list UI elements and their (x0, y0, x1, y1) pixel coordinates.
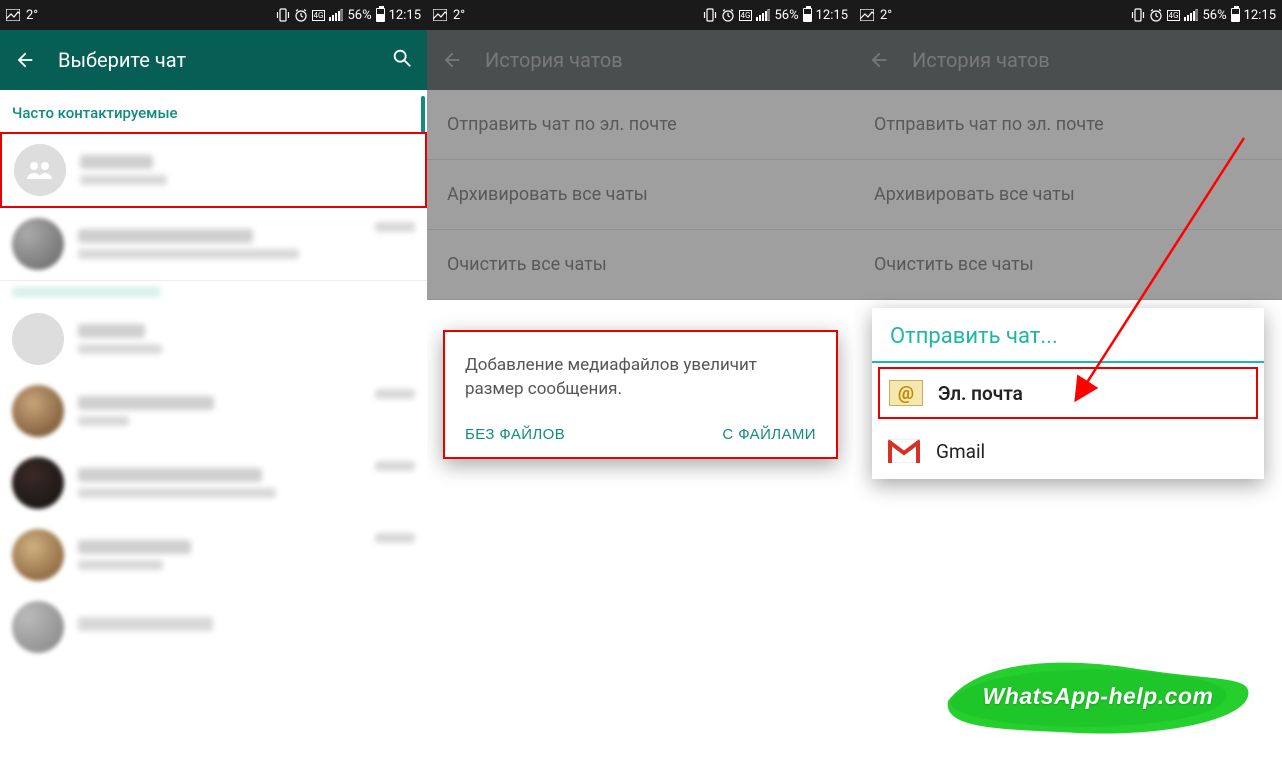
gmail-icon (886, 433, 922, 469)
share-option-label: Эл. почта (938, 382, 1023, 405)
avatar (12, 313, 64, 365)
share-dialog: Отправить чат... @ Эл. почта Gmail (872, 308, 1264, 479)
chat-row[interactable] (0, 303, 427, 375)
avatar (12, 385, 64, 437)
signal-icon (1184, 9, 1198, 21)
chat-info (80, 155, 413, 185)
avatar-group-icon (14, 144, 66, 196)
options-list: Отправить чат по эл. почте Архивировать … (854, 90, 1282, 300)
back-icon[interactable] (14, 49, 36, 71)
alarm-icon (294, 8, 308, 22)
chat-row[interactable] (0, 519, 427, 591)
option-email-chat[interactable]: Отправить чат по эл. почте (854, 90, 1282, 160)
signal-icon (756, 9, 770, 21)
status-temp: 2° (453, 8, 465, 23)
chat-row[interactable] (0, 208, 427, 280)
option-email-chat[interactable]: Отправить чат по эл. почте (427, 90, 854, 160)
battery-icon (376, 8, 385, 22)
dialog-message: Добавление медиафайлов увеличит размер с… (465, 354, 816, 402)
status-bar: 2° 4G 56% 12:15 (427, 0, 854, 30)
avatar (12, 529, 64, 581)
picture-icon (6, 9, 20, 21)
network-type: 4G (1167, 10, 1181, 21)
search-icon[interactable] (391, 47, 413, 73)
battery-pct: 56% (774, 8, 798, 23)
battery-icon (803, 8, 812, 22)
vibrate-icon (276, 8, 290, 22)
btn-with-files[interactable]: С ФАЙЛАМИ (722, 426, 816, 443)
status-temp: 2° (880, 8, 892, 23)
btn-without-files[interactable]: БЕЗ ФАЙЛОВ (465, 426, 565, 443)
battery-pct: 56% (347, 8, 371, 23)
chat-row[interactable] (0, 447, 427, 519)
avatar (12, 457, 64, 509)
option-clear-all[interactable]: Очистить все чаты (854, 230, 1282, 300)
status-time: 12:15 (816, 8, 848, 23)
app-bar: История чатов (854, 30, 1282, 90)
app-bar: Выберите чат (0, 30, 427, 90)
option-archive-all[interactable]: Архивировать все чаты (854, 160, 1282, 230)
status-temp: 2° (26, 8, 38, 23)
page-title: История чатов (485, 48, 840, 72)
picture-icon (860, 9, 874, 21)
status-bar: 2° 4G 56% 12:15 (854, 0, 1282, 30)
option-archive-all[interactable]: Архивировать все чаты (427, 160, 854, 230)
alarm-icon (1149, 8, 1163, 22)
panel-select-chat: 2° 4G 56% 12:15 Выберите чат Часто конта… (0, 0, 427, 767)
page-title: Выберите чат (58, 48, 369, 72)
chat-row[interactable] (0, 591, 427, 663)
share-dialog-title: Отправить чат... (872, 308, 1264, 363)
network-type: 4G (739, 10, 753, 21)
chat-row[interactable] (0, 132, 427, 208)
alarm-icon (721, 8, 735, 22)
avatar (12, 218, 64, 270)
panel-chat-history-share: 2° 4G 56% 12:15 История чатов Отправить … (854, 0, 1282, 767)
section-frequently-contacted: Часто контактируемые (0, 90, 427, 132)
scrollbar[interactable] (421, 96, 425, 134)
vibrate-icon (1131, 8, 1145, 22)
network-type: 4G (312, 10, 326, 21)
back-icon[interactable] (868, 49, 890, 71)
mail-icon: @ (888, 375, 924, 411)
panel-chat-history-dialog: 2° 4G 56% 12:15 История чатов Отправить … (427, 0, 854, 767)
share-option-gmail[interactable]: Gmail (872, 423, 1264, 479)
media-files-dialog: Добавление медиафайлов увеличит размер с… (443, 330, 838, 459)
chat-row[interactable] (0, 375, 427, 447)
page-title: История чатов (912, 48, 1268, 72)
status-time: 12:15 (389, 8, 421, 23)
app-bar: История чатов (427, 30, 854, 90)
status-time: 12:15 (1244, 8, 1276, 23)
back-icon[interactable] (441, 49, 463, 71)
battery-icon (1231, 8, 1240, 22)
vibrate-icon (703, 8, 717, 22)
option-clear-all[interactable]: Очистить все чаты (427, 230, 854, 300)
battery-pct: 56% (1202, 8, 1226, 23)
share-option-label: Gmail (936, 440, 985, 463)
signal-icon (329, 9, 343, 21)
picture-icon (433, 9, 447, 21)
share-option-email[interactable]: @ Эл. почта (878, 367, 1258, 419)
options-list: Отправить чат по эл. почте Архивировать … (427, 90, 854, 300)
status-bar: 2° 4G 56% 12:15 (0, 0, 427, 30)
avatar (12, 601, 64, 653)
